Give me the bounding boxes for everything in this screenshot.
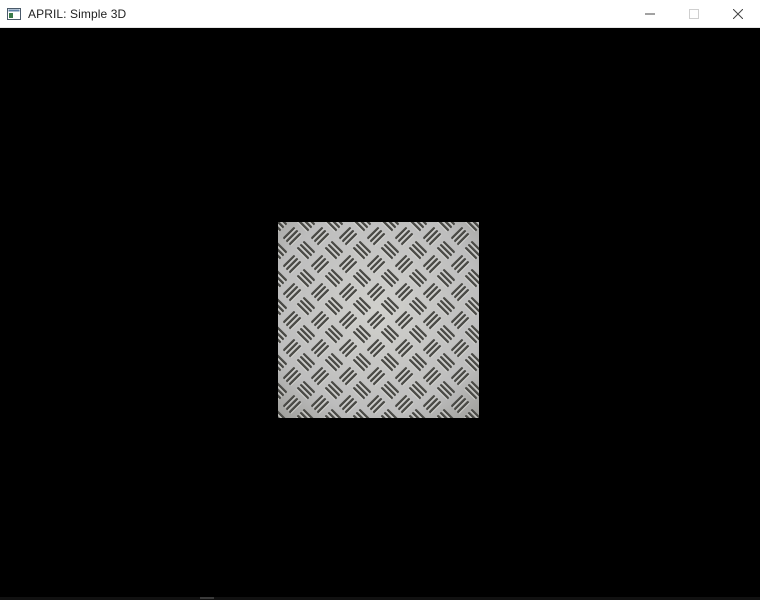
window-title: APRIL: Simple 3D	[28, 6, 127, 21]
minimize-button[interactable]	[628, 0, 672, 28]
diamond-plate-texture	[278, 222, 479, 418]
render-viewport[interactable]	[0, 28, 760, 597]
maximize-icon	[689, 9, 699, 19]
application-window: APRIL: Simple 3D	[0, 0, 760, 600]
close-icon	[733, 9, 743, 19]
bottom-edge-mark	[200, 597, 214, 599]
application-window-icon[interactable]	[7, 7, 21, 20]
textured-quad	[278, 222, 479, 418]
close-button[interactable]	[716, 0, 760, 28]
title-bar[interactable]: APRIL: Simple 3D	[0, 0, 760, 28]
minimize-icon	[645, 13, 655, 15]
maximize-button[interactable]	[672, 0, 716, 28]
window-controls	[628, 0, 760, 28]
